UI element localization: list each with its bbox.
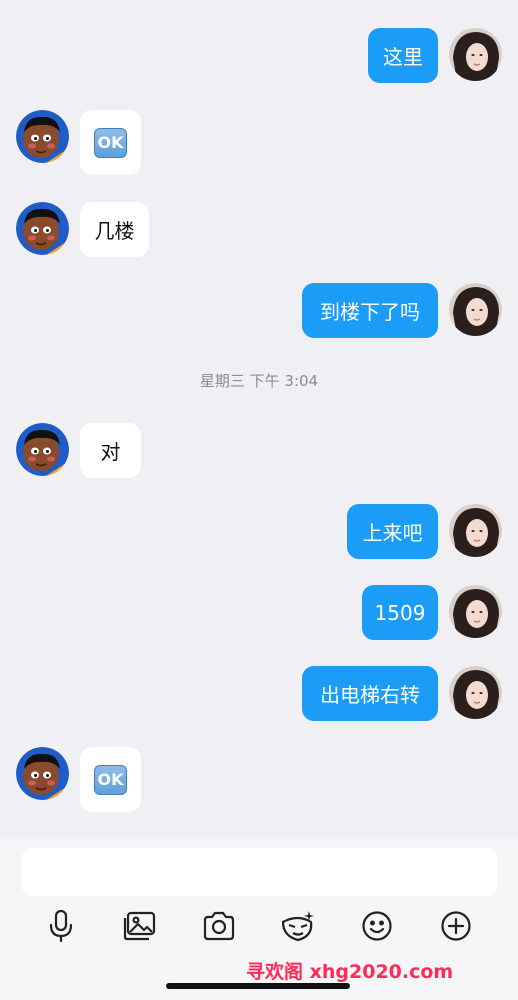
message-bubble-incoming[interactable]: 对	[80, 423, 141, 478]
home-indicator[interactable]	[166, 983, 350, 989]
message-input[interactable]	[22, 848, 497, 896]
avatar-self[interactable]	[449, 585, 502, 638]
avatar-contact[interactable]	[16, 110, 69, 163]
chat-area[interactable]: 这里 OK 几楼 到楼下了吗 星期三 下午 3:04 对 上来吧 1509 出电…	[0, 0, 518, 838]
mask-icon[interactable]	[278, 906, 318, 946]
avatar-contact[interactable]	[16, 747, 69, 800]
plus-circle-icon[interactable]	[436, 906, 476, 946]
avatar-contact[interactable]	[16, 423, 69, 476]
message-text: 几楼	[94, 219, 135, 243]
avatar-self[interactable]	[449, 666, 502, 719]
ok-emoji-icon: OK	[94, 764, 127, 795]
avatar-self[interactable]	[449, 504, 502, 557]
message-text: 这里	[383, 45, 423, 69]
message-text: 1509	[374, 600, 426, 625]
smiley-icon[interactable]	[357, 906, 397, 946]
message-timestamp: 星期三 下午 3:04	[199, 372, 319, 390]
message-text: 到楼下了吗	[320, 300, 420, 324]
avatar-contact[interactable]	[16, 202, 69, 255]
camera-icon[interactable]	[199, 906, 239, 946]
input-toolbar	[0, 906, 518, 946]
message-bubble-incoming[interactable]: OK	[80, 747, 141, 812]
message-bubble-outgoing[interactable]: 出电梯右转	[302, 666, 438, 721]
message-text: 对	[100, 440, 121, 464]
microphone-icon[interactable]	[41, 906, 81, 946]
message-bubble-incoming[interactable]: 几楼	[80, 202, 149, 257]
message-text: 上来吧	[362, 521, 423, 545]
avatar-self[interactable]	[449, 283, 502, 336]
message-bubble-outgoing[interactable]: 1509	[362, 585, 438, 640]
ok-emoji-icon: OK	[94, 127, 127, 158]
avatar-self[interactable]	[449, 28, 502, 81]
image-icon[interactable]	[120, 906, 160, 946]
message-bubble-incoming[interactable]: OK	[80, 110, 141, 175]
message-bubble-outgoing[interactable]: 到楼下了吗	[302, 283, 438, 338]
watermark-text: 寻欢阁 xhg2020.com	[246, 961, 454, 983]
message-bubble-outgoing[interactable]: 这里	[368, 28, 438, 83]
message-bubble-outgoing[interactable]: 上来吧	[347, 504, 438, 559]
message-text: 出电梯右转	[320, 683, 420, 707]
